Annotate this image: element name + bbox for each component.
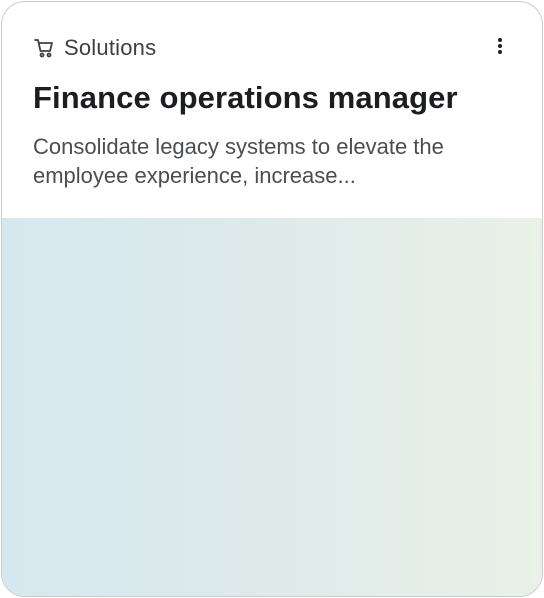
card-header: Solutions Finance operations manager Con… — [2, 2, 542, 218]
more-options-button[interactable] — [488, 36, 512, 60]
more-vertical-icon — [497, 37, 503, 60]
card-title: Finance operations manager — [33, 80, 458, 115]
solution-card[interactable]: Solutions Finance operations manager Con… — [1, 1, 543, 597]
card-description: Consolidate legacy systems to elevate th… — [33, 134, 444, 188]
card-media — [2, 218, 542, 596]
cart-icon — [33, 37, 55, 59]
category-label: Solutions — [64, 35, 157, 60]
category-row: Solutions — [33, 34, 156, 62]
